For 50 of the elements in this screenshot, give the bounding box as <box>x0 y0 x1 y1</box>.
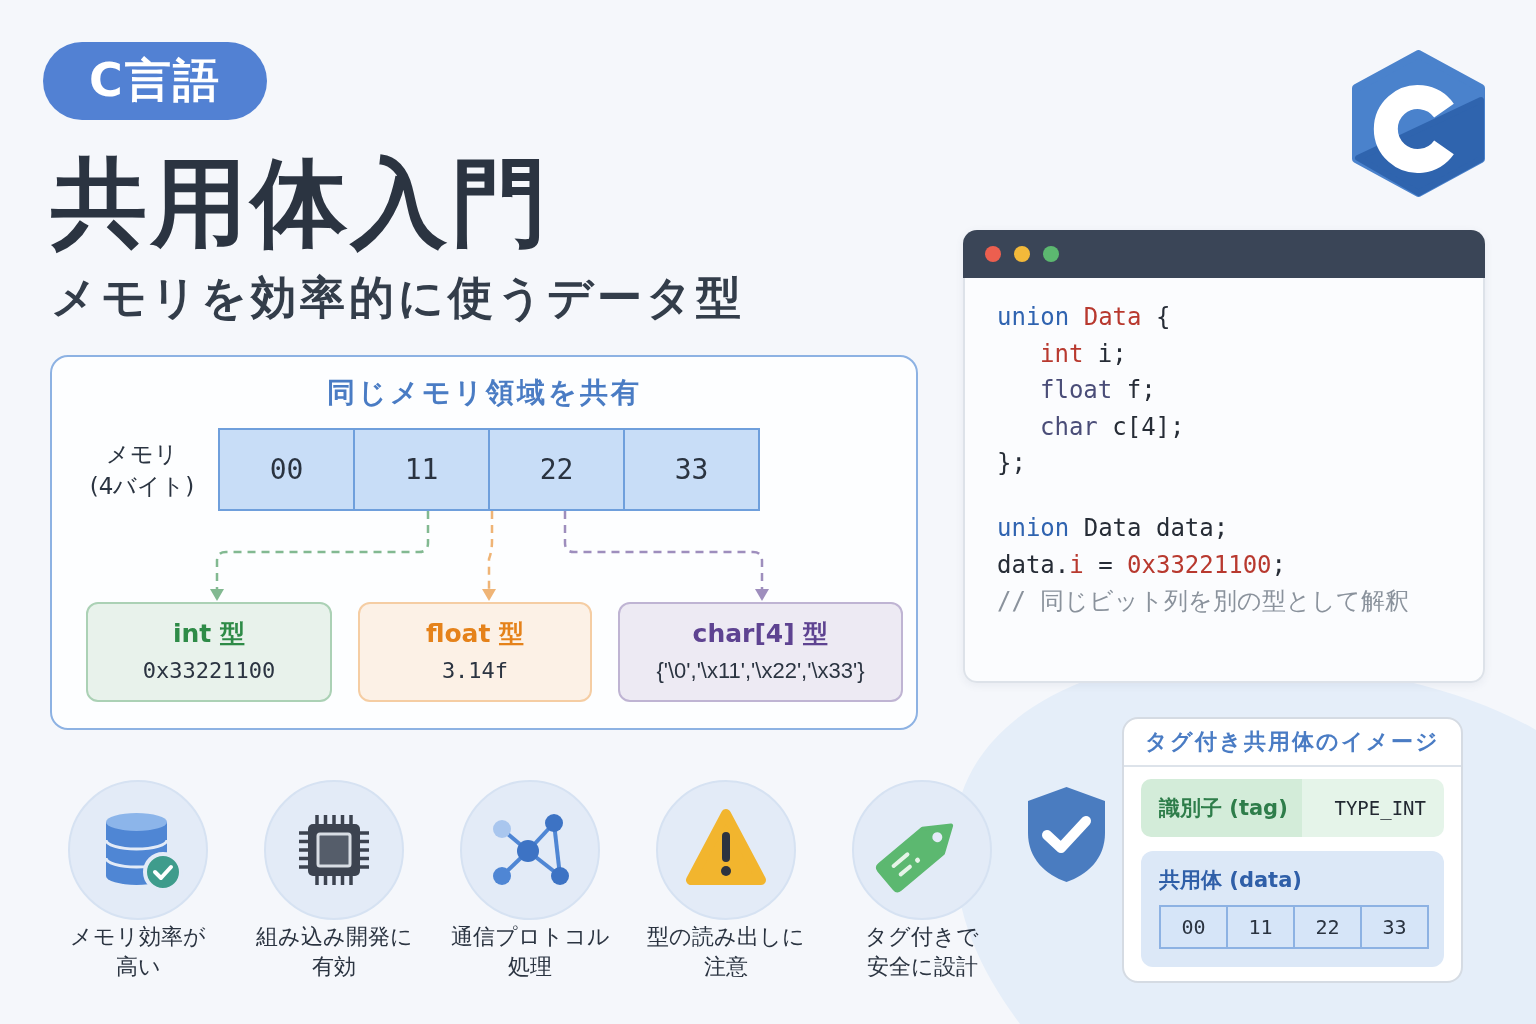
feature-label: タグ付きで <box>865 923 979 951</box>
code-line: int i; <box>1040 338 1127 370</box>
union-byte-cell: 00 <box>1159 905 1228 949</box>
feature-label: 有効 <box>312 953 356 981</box>
memory-label: メモリ (4バイト) <box>88 439 196 501</box>
type-name: char[4] 型 <box>692 618 829 650</box>
feature-label: 通信プロトコル <box>450 923 610 951</box>
code-line: }; <box>997 448 1026 479</box>
feature-label: 型の読み出しに <box>647 923 805 951</box>
type-value: 0x33221100 <box>142 657 276 685</box>
window-dot[interactable] <box>1014 246 1030 262</box>
feature-label: 注意 <box>704 953 748 981</box>
feature-label: 組み込み開発に <box>255 923 413 951</box>
language-badge: C言語 <box>43 42 267 120</box>
memory-byte-cell: 33 <box>623 428 760 511</box>
shield-check-icon <box>1025 785 1108 884</box>
hexagon-logo-icon <box>1352 50 1485 197</box>
feature-label: メモリ効率が <box>70 923 206 951</box>
memory-byte-cell: 11 <box>353 428 490 511</box>
network-nodes-icon <box>460 780 600 920</box>
code-line: float f; <box>1040 375 1156 406</box>
type-value: {'\0','\x11','\x22','\x33'} <box>656 657 865 685</box>
warning-icon <box>656 780 796 920</box>
diagram-title: 同じメモリ領域を共有 <box>326 375 642 411</box>
tag-label: 識別子 (tag) <box>1141 779 1302 837</box>
code-line: union Data { <box>997 302 1171 333</box>
union-byte-cell: 22 <box>1293 905 1362 949</box>
type-name: int 型 <box>173 618 245 650</box>
union-label: 共用体 (data) <box>1159 867 1302 894</box>
main-title: 共用体入門 <box>51 148 551 258</box>
window-dot[interactable] <box>1043 246 1059 262</box>
code-line: union Data data; <box>997 513 1229 544</box>
card-title: タグ付き共用体のイメージ <box>1145 728 1440 756</box>
window-dot[interactable] <box>985 246 1001 262</box>
feature-label: 安全に設計 <box>866 953 978 981</box>
type-value: 3.14f <box>441 657 509 685</box>
code-line: // 同じビット列を別の型として解釈 <box>997 586 1410 617</box>
database-check-icon <box>68 780 208 920</box>
code-line: data.i = 0x33221100; <box>997 549 1286 581</box>
memory-byte-cell: 00 <box>218 428 355 511</box>
type-name: float 型 <box>425 618 525 650</box>
memory-byte-cell: 22 <box>488 428 625 511</box>
feature-label: 高い <box>115 953 161 981</box>
code-line: char c[4]; <box>1040 411 1185 443</box>
union-byte-cell: 33 <box>1360 905 1429 949</box>
tag-value: TYPE_INT <box>1302 779 1444 837</box>
union-byte-cell: 11 <box>1226 905 1295 949</box>
chip-icon <box>264 780 404 920</box>
subtitle: メモリを効率的に使うデータ型 <box>51 270 745 326</box>
feature-label: 処理 <box>508 953 552 981</box>
